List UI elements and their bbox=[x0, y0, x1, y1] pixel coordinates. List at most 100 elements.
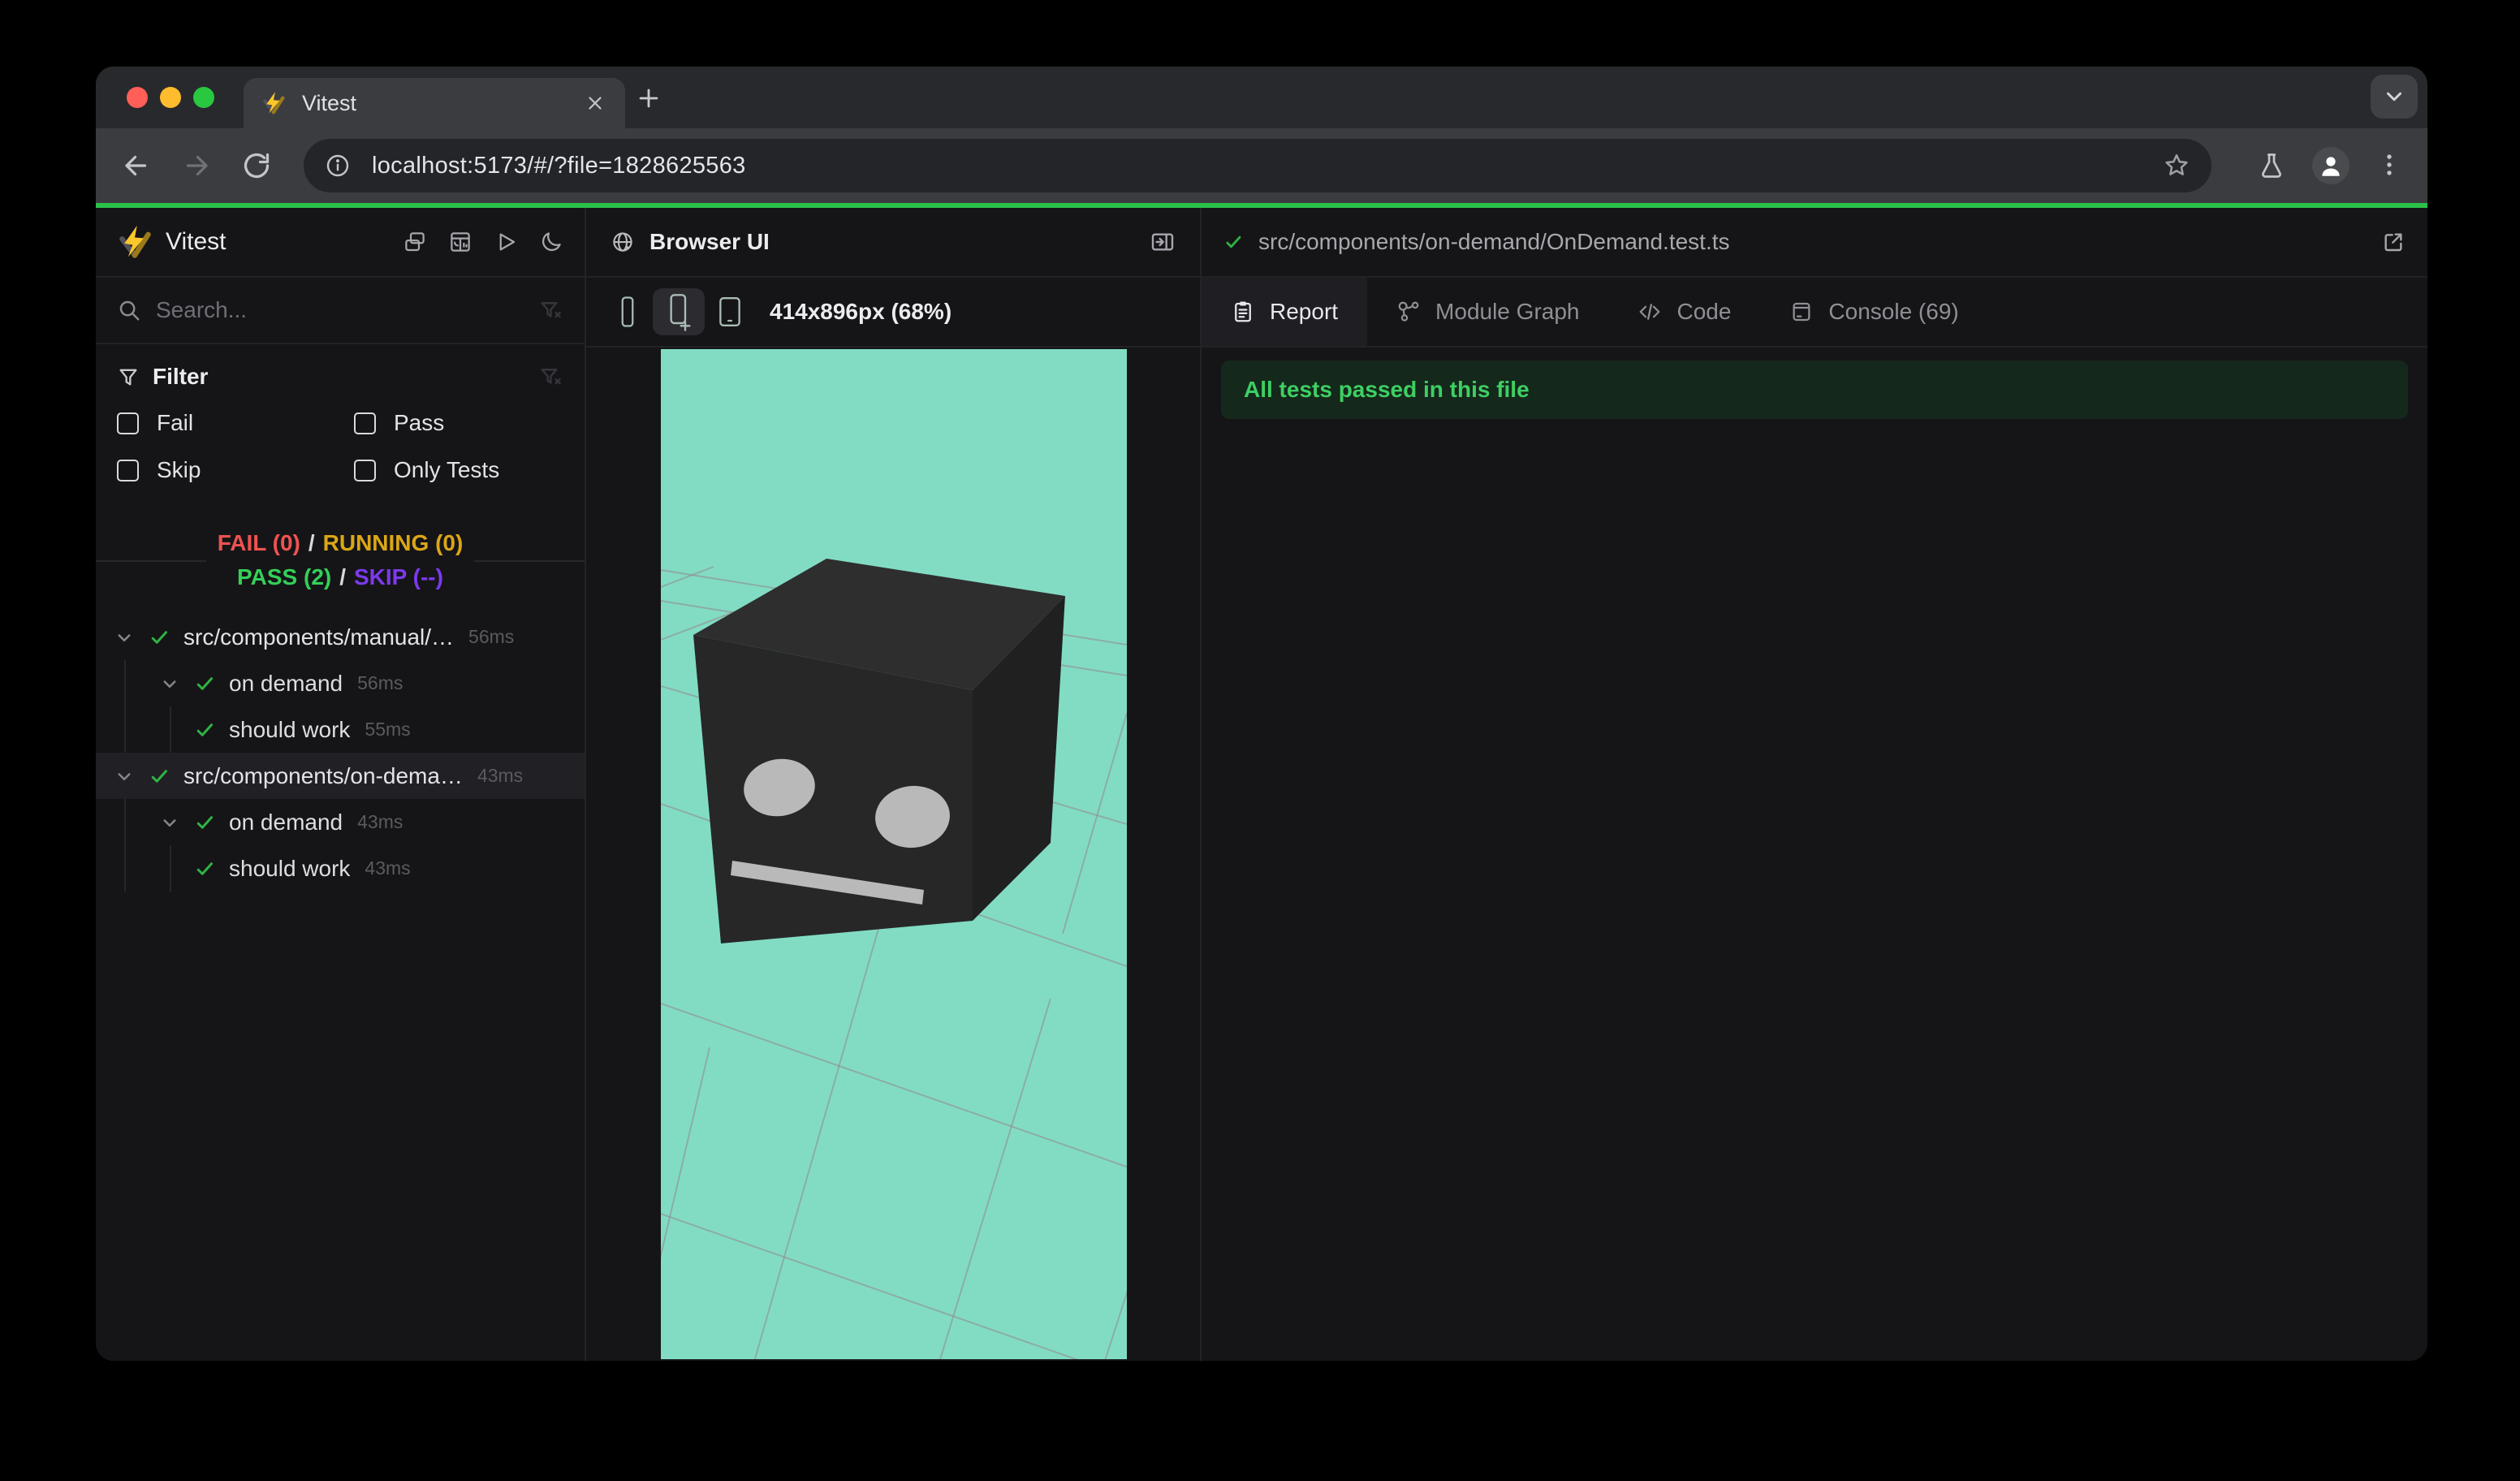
viewport-toolbar: 414x896px (68%) bbox=[586, 278, 1200, 348]
flask-experiments-icon[interactable] bbox=[2257, 151, 2286, 180]
browser-toolbar: localhost:5173/#/?file=1828625563 bbox=[96, 128, 2427, 203]
dark-mode-moon-icon[interactable] bbox=[539, 230, 563, 254]
sidebar: Vitest Search... Filter Fail Pass Skip O… bbox=[96, 208, 586, 1361]
test-label: on demand bbox=[229, 809, 343, 835]
device-phone-small-button[interactable] bbox=[609, 288, 646, 335]
tab-report[interactable]: Report bbox=[1202, 278, 1368, 346]
tab-module-graph[interactable]: Module Graph bbox=[1367, 278, 1608, 346]
url-text[interactable]: localhost:5173/#/?file=1828625563 bbox=[372, 153, 746, 179]
dashboard-icon[interactable] bbox=[448, 230, 472, 254]
filter-section: Filter Fail Pass Skip Only Tests bbox=[96, 344, 585, 499]
search-icon bbox=[117, 298, 141, 322]
close-window-button[interactable] bbox=[127, 87, 148, 108]
check-icon bbox=[148, 764, 172, 788]
filter-checkbox-fail[interactable]: Fail bbox=[117, 399, 354, 447]
filter-header: Filter bbox=[117, 364, 563, 390]
sidebar-header: Vitest bbox=[96, 208, 585, 278]
zoom-window-button[interactable] bbox=[193, 87, 214, 108]
filter-checkbox-pass[interactable]: Pass bbox=[354, 399, 563, 447]
browser-preview-area bbox=[586, 348, 1200, 1361]
filter-title: Filter bbox=[153, 364, 209, 389]
app-title: Vitest bbox=[166, 228, 227, 255]
browser-window: Vitest localhost:5173/#/?file=1828625563… bbox=[96, 67, 2427, 1361]
module-graph-icon bbox=[1396, 300, 1421, 324]
reload-button[interactable] bbox=[239, 148, 274, 184]
bookmark-star-icon[interactable] bbox=[2163, 152, 2190, 179]
open-external-icon[interactable] bbox=[2380, 229, 2406, 255]
filter-checkbox-skip[interactable]: Skip bbox=[117, 447, 354, 494]
check-icon bbox=[1223, 231, 1245, 253]
browser-ui-panel: Browser UI 414x896px (68%) bbox=[586, 208, 1202, 1361]
browser-tab[interactable]: Vitest bbox=[244, 78, 625, 128]
minimize-window-button[interactable] bbox=[160, 87, 181, 108]
chevron-down-icon bbox=[2387, 92, 2401, 101]
chevron-down-icon[interactable] bbox=[112, 764, 136, 788]
chevron-down-icon[interactable] bbox=[158, 810, 182, 835]
tab-label: Code bbox=[1676, 299, 1732, 324]
tab-search-button[interactable] bbox=[2371, 75, 2418, 119]
test-tree: src/components/manual/… 56ms on demand 56ms… bbox=[96, 614, 585, 1361]
viewport-3d-scene[interactable] bbox=[661, 349, 1127, 1359]
tree-test-row[interactable]: should work 43ms bbox=[96, 845, 585, 892]
tree-file-row[interactable]: src/components/on-dema… 43ms bbox=[96, 753, 585, 799]
summary-separator: / bbox=[308, 530, 315, 555]
test-label: src/components/on-dema… bbox=[183, 762, 463, 788]
clear-filter-icon[interactable] bbox=[539, 298, 563, 322]
test-duration: 43ms bbox=[357, 811, 403, 832]
clipboard-icon bbox=[1231, 300, 1255, 324]
clear-filter-icon[interactable] bbox=[539, 365, 563, 389]
checkbox-box[interactable] bbox=[354, 459, 376, 481]
tab-code[interactable]: Code bbox=[1608, 278, 1760, 346]
banner-text: All tests passed in this file bbox=[1244, 377, 1530, 402]
checkbox-label: Skip bbox=[157, 457, 201, 482]
tab-console[interactable]: Console (69) bbox=[1760, 278, 1987, 346]
sidebar-actions bbox=[403, 230, 563, 254]
browser-menu-icon[interactable] bbox=[2375, 151, 2405, 180]
browser-ui-header: Browser UI bbox=[586, 208, 1200, 278]
filter-options: Fail Pass Skip Only Tests bbox=[117, 399, 563, 494]
dock-panel-right-icon[interactable] bbox=[1150, 229, 1176, 255]
run-all-play-icon[interactable] bbox=[494, 230, 518, 254]
checkbox-box[interactable] bbox=[117, 412, 139, 434]
filter-checkbox-only-tests[interactable]: Only Tests bbox=[354, 447, 563, 494]
back-button[interactable] bbox=[119, 148, 154, 184]
search-row bbox=[96, 278, 585, 344]
check-icon bbox=[193, 718, 218, 742]
test-duration: 43ms bbox=[477, 765, 524, 786]
tree-test-row[interactable]: on demand 56ms bbox=[96, 660, 585, 706]
test-duration: 43ms bbox=[365, 857, 411, 879]
checkbox-box[interactable] bbox=[117, 459, 139, 481]
chevron-down-icon[interactable] bbox=[158, 671, 182, 696]
device-phone-plus-button[interactable] bbox=[653, 288, 705, 335]
tree-test-row[interactable]: should work 55ms bbox=[96, 706, 585, 753]
profile-avatar[interactable] bbox=[2312, 147, 2350, 184]
report-tabs: Report Module Graph Code Console (69) bbox=[1202, 278, 2427, 348]
close-tab-icon[interactable] bbox=[583, 91, 607, 115]
summary-separator: / bbox=[339, 564, 346, 589]
chevron-down-icon[interactable] bbox=[112, 625, 136, 650]
site-info-icon[interactable] bbox=[325, 153, 351, 179]
browser-ui-title: Browser UI bbox=[649, 229, 770, 254]
search-input[interactable] bbox=[156, 297, 539, 323]
fail-count: FAIL (0) bbox=[217, 530, 300, 555]
check-icon bbox=[193, 671, 218, 696]
test-duration: 55ms bbox=[365, 719, 411, 740]
running-count: RUNNING (0) bbox=[322, 530, 464, 555]
device-tablet-button[interactable] bbox=[711, 288, 749, 335]
tree-file-row[interactable]: src/components/manual/… 56ms bbox=[96, 614, 585, 660]
new-tab-button[interactable] bbox=[635, 84, 662, 112]
pass-count: PASS (2) bbox=[237, 564, 332, 589]
all-tests-passed-banner: All tests passed in this file bbox=[1221, 361, 2408, 419]
checkbox-label: Only Tests bbox=[394, 457, 500, 482]
checkbox-label: Pass bbox=[394, 410, 445, 435]
code-icon bbox=[1638, 300, 1662, 324]
forward-button[interactable] bbox=[179, 148, 214, 184]
address-bar[interactable]: localhost:5173/#/?file=1828625563 bbox=[304, 139, 2211, 192]
test-duration: 56ms bbox=[357, 672, 403, 693]
checkbox-box[interactable] bbox=[354, 412, 376, 434]
collapse-panels-icon[interactable] bbox=[403, 230, 427, 254]
check-icon bbox=[193, 810, 218, 835]
tree-test-row[interactable]: on demand 43ms bbox=[96, 799, 585, 845]
test-duration: 56ms bbox=[468, 626, 515, 647]
viewport-size-label: 414x896px (68%) bbox=[770, 299, 952, 324]
